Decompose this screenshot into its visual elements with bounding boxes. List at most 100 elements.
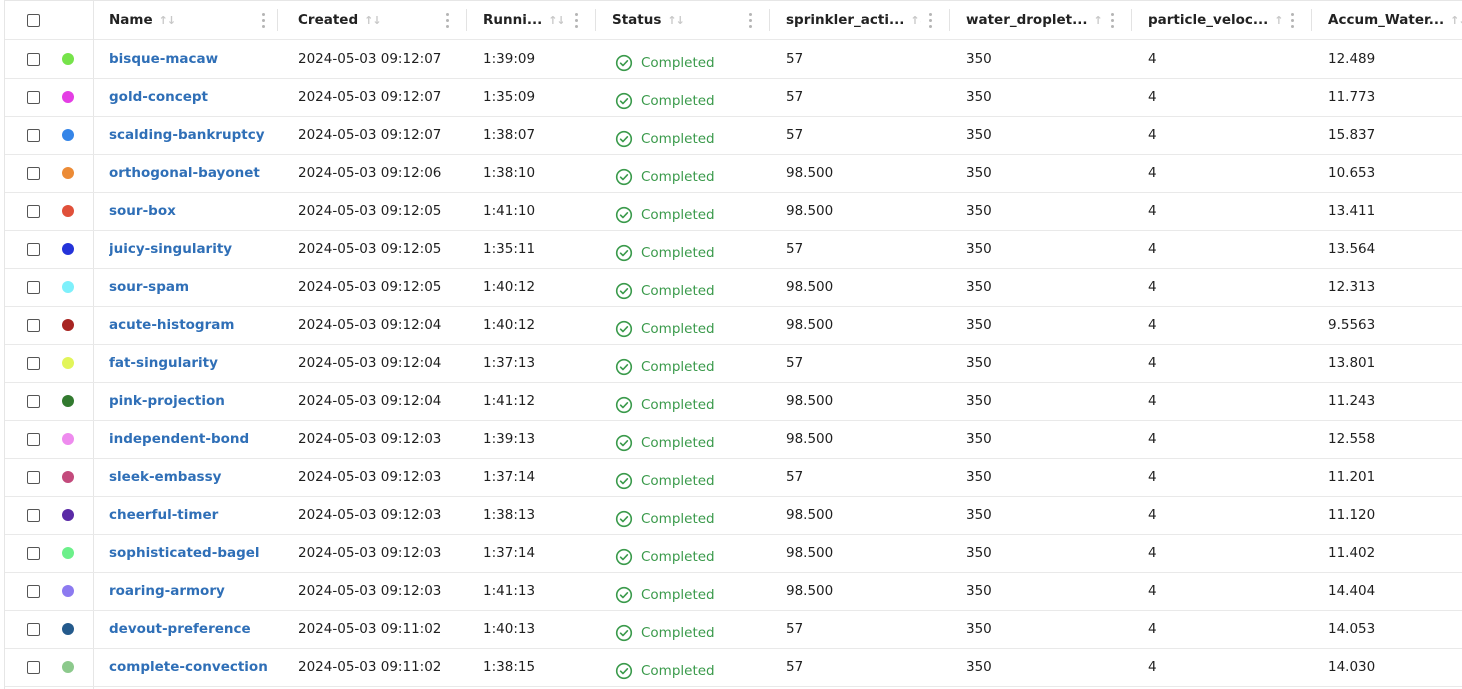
run-name-link[interactable]: gold-concept — [109, 89, 208, 105]
table-row[interactable]: sleek-embassy 2024-05-03 09:12:03 1:37:1… — [5, 458, 1462, 497]
run-color-swatch[interactable] — [62, 319, 74, 331]
run-name-link[interactable]: devout-preference — [109, 621, 251, 637]
run-color-swatch[interactable] — [62, 433, 74, 445]
row-checkbox[interactable] — [27, 166, 40, 180]
run-name-link[interactable]: sophisticated-bagel — [109, 545, 260, 561]
row-checkbox[interactable] — [27, 394, 40, 408]
column-divider[interactable] — [769, 9, 770, 31]
table-row[interactable]: pink-projection 2024-05-03 09:12:04 1:41… — [5, 382, 1462, 421]
table-row[interactable]: acute-histogram 2024-05-03 09:12:04 1:40… — [5, 306, 1462, 345]
run-name-link[interactable]: orthogonal-bayonet — [109, 165, 260, 181]
run-name-link[interactable]: bisque-macaw — [109, 51, 218, 67]
run-name-link[interactable]: complete-convection — [109, 659, 268, 675]
table-row[interactable]: juicy-singularity 2024-05-03 09:12:05 1:… — [5, 230, 1462, 269]
run-color-swatch[interactable] — [62, 395, 74, 407]
column-divider[interactable] — [1311, 9, 1312, 31]
table-row[interactable]: sour-spam 2024-05-03 09:12:05 1:40:12 Co… — [5, 268, 1462, 307]
run-color-swatch[interactable] — [62, 547, 74, 559]
run-color-swatch[interactable] — [62, 281, 74, 293]
header-status[interactable]: Status ↑↓ — [612, 1, 742, 39]
row-checkbox[interactable] — [27, 356, 40, 370]
sort-icon[interactable]: ↑↓ — [1274, 14, 1283, 27]
header-particle[interactable]: particle_veloc... ↑↓ — [1148, 1, 1283, 39]
column-divider[interactable] — [277, 9, 278, 31]
table-row[interactable]: orthogonal-bayonet 2024-05-03 09:12:06 1… — [5, 154, 1462, 193]
run-name-link[interactable]: fat-singularity — [109, 355, 218, 371]
run-color-swatch[interactable] — [62, 509, 74, 521]
row-checkbox[interactable] — [27, 52, 40, 66]
run-color-swatch[interactable] — [62, 585, 74, 597]
row-checkbox[interactable] — [27, 508, 40, 522]
column-divider[interactable] — [466, 9, 467, 31]
table-row[interactable]: sour-box 2024-05-03 09:12:05 1:41:10 Com… — [5, 192, 1462, 231]
run-name-link[interactable]: pink-projection — [109, 393, 225, 409]
table-row[interactable]: sophisticated-bagel 2024-05-03 09:12:03 … — [5, 534, 1462, 573]
header-sprinkler[interactable]: sprinkler_acti... ↑↓ — [786, 1, 921, 39]
column-menu-icon[interactable] — [1287, 1, 1297, 39]
run-name-link[interactable]: acute-histogram — [109, 317, 234, 333]
run-color-swatch[interactable] — [62, 53, 74, 65]
row-checkbox[interactable] — [27, 546, 40, 560]
run-color-swatch[interactable] — [62, 167, 74, 179]
column-menu-icon[interactable] — [745, 1, 755, 39]
row-checkbox[interactable] — [27, 90, 40, 104]
sort-icon[interactable]: ↑↓ — [667, 14, 684, 27]
run-name-link[interactable]: roaring-armory — [109, 583, 225, 599]
table-row[interactable]: roaring-armory 2024-05-03 09:12:03 1:41:… — [5, 572, 1462, 611]
run-color-swatch[interactable] — [62, 471, 74, 483]
sort-icon[interactable]: ↑↓ — [1093, 14, 1101, 27]
run-name-link[interactable]: sour-box — [109, 203, 176, 219]
row-checkbox[interactable] — [27, 128, 40, 142]
run-color-swatch[interactable] — [62, 205, 74, 217]
run-name-link[interactable]: juicy-singularity — [109, 241, 232, 257]
run-name-link[interactable]: scalding-bankruptcy — [109, 127, 265, 143]
column-menu-icon[interactable] — [571, 1, 581, 39]
header-created[interactable]: Created ↑↓ — [298, 1, 448, 39]
header-water[interactable]: water_droplet... ↑↓ — [966, 1, 1101, 39]
table-row[interactable]: devout-preference 2024-05-03 09:11:02 1:… — [5, 610, 1462, 649]
column-divider[interactable] — [595, 9, 596, 31]
run-color-swatch[interactable] — [62, 357, 74, 369]
row-checkbox[interactable] — [27, 660, 40, 674]
run-name-link[interactable]: cheerful-timer — [109, 507, 218, 523]
created-cell: 2024-05-03 09:12:03 — [298, 572, 463, 610]
sort-icon[interactable]: ↑↓ — [159, 14, 176, 27]
run-color-swatch[interactable] — [62, 91, 74, 103]
run-name-link[interactable]: independent-bond — [109, 431, 249, 447]
table-row[interactable]: fat-singularity 2024-05-03 09:12:04 1:37… — [5, 344, 1462, 383]
row-checkbox[interactable] — [27, 470, 40, 484]
run-color-swatch[interactable] — [62, 623, 74, 635]
row-checkbox[interactable] — [27, 584, 40, 598]
table-row[interactable]: scalding-bankruptcy 2024-05-03 09:12:07 … — [5, 116, 1462, 155]
table-row[interactable]: independent-bond 2024-05-03 09:12:03 1:3… — [5, 420, 1462, 459]
run-name-link[interactable]: sleek-embassy — [109, 469, 221, 485]
row-checkbox[interactable] — [27, 280, 40, 294]
run-color-swatch[interactable] — [62, 661, 74, 673]
run-color-swatch[interactable] — [62, 129, 74, 141]
table-row[interactable]: gold-concept 2024-05-03 09:12:07 1:35:09… — [5, 78, 1462, 117]
row-checkbox[interactable] — [27, 204, 40, 218]
row-checkbox[interactable] — [27, 318, 40, 332]
sort-icon[interactable]: ↑↓ — [910, 14, 921, 27]
table-row[interactable]: bisque-macaw 2024-05-03 09:12:07 1:39:09… — [5, 40, 1462, 79]
column-menu-icon[interactable] — [1107, 1, 1117, 39]
row-checkbox[interactable] — [27, 242, 40, 256]
column-divider[interactable] — [949, 9, 950, 31]
table-row[interactable]: complete-convection 2024-05-03 09:11:02 … — [5, 648, 1462, 687]
column-menu-icon[interactable] — [925, 1, 935, 39]
header-accum[interactable]: Accum_Water... ↑↓ — [1328, 1, 1462, 39]
header-running[interactable]: Runni... ↑↓ — [483, 1, 563, 39]
table-row[interactable]: cheerful-timer 2024-05-03 09:12:03 1:38:… — [5, 496, 1462, 535]
column-divider[interactable] — [1131, 9, 1132, 31]
row-checkbox[interactable] — [27, 432, 40, 446]
sort-icon[interactable]: ↑↓ — [364, 14, 381, 27]
column-menu-icon[interactable] — [258, 1, 268, 39]
sort-icon[interactable]: ↑↓ — [1450, 14, 1462, 27]
header-name[interactable]: Name ↑↓ — [109, 1, 259, 39]
column-menu-icon[interactable] — [442, 1, 452, 39]
select-all-checkbox[interactable] — [27, 13, 40, 27]
run-name-link[interactable]: sour-spam — [109, 279, 189, 295]
sort-icon[interactable]: ↑↓ — [548, 14, 563, 27]
run-color-swatch[interactable] — [62, 243, 74, 255]
row-checkbox[interactable] — [27, 622, 40, 636]
